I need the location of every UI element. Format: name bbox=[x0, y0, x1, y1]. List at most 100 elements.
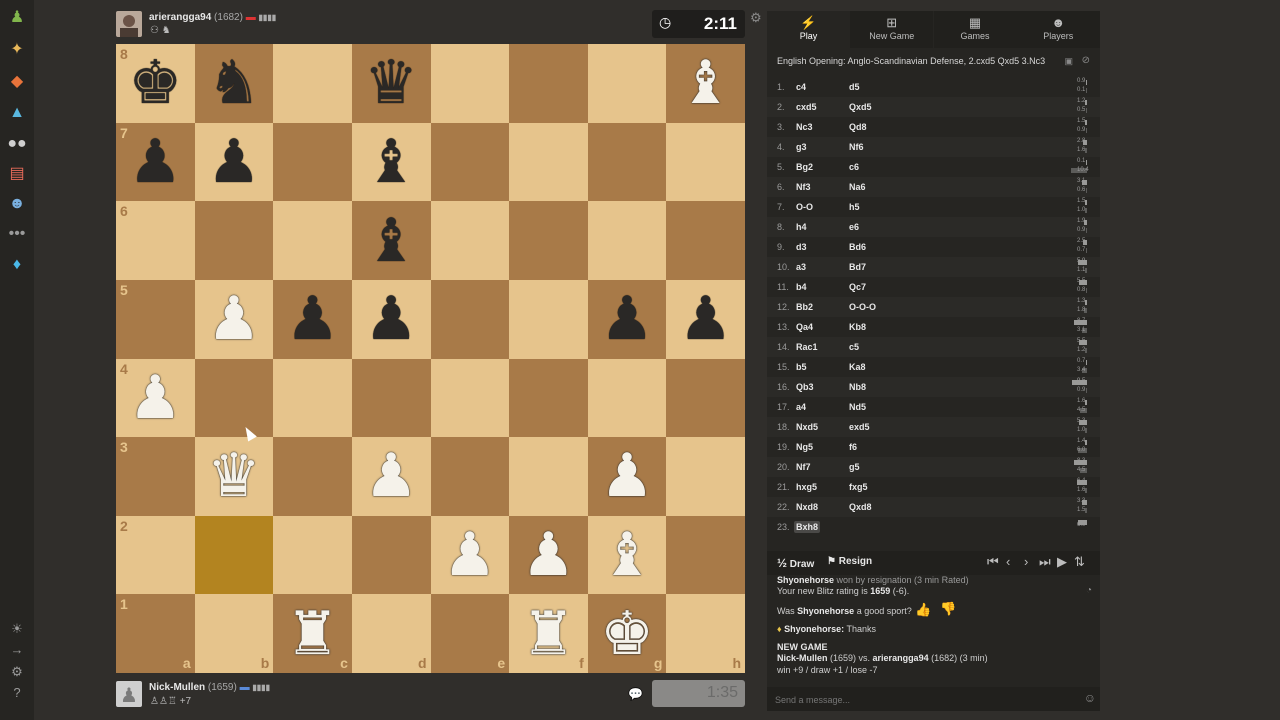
square-a1[interactable]: 1a bbox=[116, 594, 195, 673]
square-e4[interactable] bbox=[430, 358, 510, 438]
watch-icon[interactable]: ●● bbox=[5, 132, 29, 156]
white-pawn-icon[interactable]: ♟ bbox=[352, 437, 431, 516]
square-d2[interactable] bbox=[351, 515, 431, 595]
square-b6[interactable] bbox=[194, 201, 274, 280]
square-d5[interactable]: ♟ bbox=[351, 279, 431, 359]
chat-icon[interactable]: ◔ bbox=[1086, 585, 1092, 596]
square-d7[interactable]: ♝ bbox=[351, 122, 431, 202]
lessons-icon[interactable]: ◆ bbox=[5, 70, 29, 94]
white-pawn-icon[interactable]: ♟ bbox=[431, 516, 510, 595]
help-icon[interactable]: ? bbox=[5, 681, 29, 705]
white-move[interactable]: cxd5 bbox=[796, 102, 817, 112]
square-g3[interactable]: ♟ bbox=[587, 437, 667, 516]
square-g5[interactable]: ♟ bbox=[587, 279, 667, 359]
black-pawn-icon[interactable]: ♟ bbox=[352, 280, 431, 359]
square-h4[interactable] bbox=[666, 358, 745, 438]
square-h3[interactable] bbox=[666, 437, 745, 516]
news-icon[interactable]: ▤ bbox=[5, 162, 29, 186]
black-move[interactable]: d5 bbox=[849, 82, 860, 92]
square-h8[interactable]: ♝ bbox=[666, 44, 745, 123]
square-b7[interactable]: ♟ bbox=[194, 122, 274, 202]
black-knight-icon[interactable]: ♞ bbox=[195, 44, 274, 123]
square-e2[interactable]: ♟ bbox=[430, 515, 510, 595]
white-pawn-icon[interactable]: ♟ bbox=[509, 516, 588, 595]
square-f4[interactable] bbox=[509, 358, 588, 438]
learn-icon[interactable]: ▲ bbox=[5, 101, 29, 125]
chat-toggle-icon[interactable]: 💬 bbox=[628, 687, 643, 701]
white-move[interactable]: Bb2 bbox=[796, 302, 813, 312]
square-h2[interactable] bbox=[666, 515, 745, 595]
square-b1[interactable]: b bbox=[194, 594, 274, 673]
square-c7[interactable] bbox=[273, 122, 352, 202]
black-pawn-icon[interactable]: ♟ bbox=[588, 280, 667, 359]
black-move[interactable]: Nf6 bbox=[849, 142, 864, 152]
bottom-player-avatar[interactable]: ♟ bbox=[116, 681, 142, 707]
white-move[interactable]: Bg2 bbox=[796, 162, 813, 172]
black-move[interactable]: Nb8 bbox=[849, 382, 866, 392]
square-d3[interactable]: ♟ bbox=[351, 437, 431, 516]
square-f5[interactable] bbox=[509, 279, 588, 359]
square-b2[interactable] bbox=[194, 515, 274, 595]
white-move[interactable]: Nf7 bbox=[796, 462, 811, 472]
white-move[interactable]: a3 bbox=[796, 262, 806, 272]
black-move[interactable]: e6 bbox=[849, 222, 859, 232]
square-f1[interactable]: f ♜ bbox=[509, 594, 588, 673]
square-a5[interactable]: 5 bbox=[116, 279, 195, 359]
white-move[interactable]: b4 bbox=[796, 282, 807, 292]
black-move[interactable]: Bd6 bbox=[849, 242, 866, 252]
tab-new-game[interactable]: ⊞ New Game bbox=[850, 11, 934, 48]
square-a2[interactable]: 2 bbox=[116, 515, 195, 595]
first-move-icon[interactable]: ⏮ bbox=[987, 554, 999, 570]
black-move[interactable]: Na6 bbox=[849, 182, 866, 192]
black-move[interactable]: Nd5 bbox=[849, 402, 866, 412]
square-g1[interactable]: g ♚ bbox=[587, 594, 667, 673]
square-f8[interactable] bbox=[509, 44, 588, 123]
square-a6[interactable]: 6 bbox=[116, 201, 195, 280]
square-a7[interactable]: 7 ♟ bbox=[116, 122, 195, 202]
tab-players[interactable]: ☻ Players bbox=[1016, 11, 1100, 48]
white-move[interactable]: hxg5 bbox=[796, 482, 817, 492]
square-h5[interactable]: ♟ bbox=[666, 279, 745, 359]
square-d1[interactable]: d bbox=[351, 594, 431, 673]
white-move[interactable]: g3 bbox=[796, 142, 807, 152]
black-king-icon[interactable]: ♚ bbox=[116, 44, 195, 123]
square-e8[interactable] bbox=[430, 44, 510, 123]
white-move[interactable]: O-O bbox=[796, 202, 813, 212]
square-f7[interactable] bbox=[509, 122, 588, 202]
book-icon[interactable]: ▣ bbox=[1064, 56, 1073, 67]
diamond-icon[interactable]: ♦ bbox=[5, 253, 29, 277]
square-c1[interactable]: c ♜ bbox=[273, 594, 352, 673]
white-move[interactable]: b5 bbox=[796, 362, 807, 372]
square-a4[interactable]: 4 ♟ bbox=[116, 358, 195, 438]
white-pawn-icon[interactable]: ♟ bbox=[116, 359, 195, 438]
bottom-player-name[interactable]: Nick-Mullen (1659) ▬ ▮▮▮▮ bbox=[149, 682, 270, 693]
next-move-icon[interactable]: › bbox=[1024, 554, 1028, 569]
flip-board-icon[interactable]: ⇅ bbox=[1074, 554, 1085, 570]
black-move[interactable]: Qxd8 bbox=[849, 502, 872, 512]
black-move[interactable]: Qc7 bbox=[849, 282, 866, 292]
thumbs-up-icon[interactable]: 👍 bbox=[915, 602, 931, 618]
black-move[interactable]: Kb8 bbox=[849, 322, 866, 332]
square-e7[interactable] bbox=[430, 122, 510, 202]
tab-play[interactable]: ⚡ Play bbox=[767, 11, 850, 48]
black-move[interactable]: c5 bbox=[849, 342, 859, 352]
square-b3[interactable]: ♛ bbox=[194, 437, 274, 516]
black-move[interactable]: fxg5 bbox=[849, 482, 868, 492]
square-e5[interactable] bbox=[430, 279, 510, 359]
chat-input[interactable] bbox=[773, 691, 1077, 709]
chess-board[interactable]: 8 ♚ ♞ ♛ ♝ 7 ♟ ♟ ♝ 6 ♝ 5 ♟ ♟ ♟ ♟ ♟ 4 ♟ 3 ♛ ♟ ♟ 2 ♟ ♟ ♝ 1 a b c ♜ d e f ♜ g ♚ h bbox=[116, 44, 745, 673]
square-h7[interactable] bbox=[666, 122, 745, 202]
square-b5[interactable]: ♟ bbox=[194, 279, 274, 359]
disable-icon[interactable]: ⊘ bbox=[1082, 55, 1090, 66]
black-move[interactable]: Qxd5 bbox=[849, 102, 872, 112]
square-g2[interactable]: ♝ bbox=[587, 515, 667, 595]
pawn-icon[interactable]: ♟ bbox=[5, 6, 29, 30]
black-queen-icon[interactable]: ♛ bbox=[352, 44, 431, 123]
white-move[interactable]: Qa4 bbox=[796, 322, 813, 332]
last-move-icon[interactable]: ⏭ bbox=[1039, 554, 1051, 570]
black-move[interactable]: Qd8 bbox=[849, 122, 867, 132]
square-a8[interactable]: 8 ♚ bbox=[116, 44, 195, 123]
white-move[interactable]: Qb3 bbox=[796, 382, 814, 392]
white-move[interactable]: Rac1 bbox=[796, 342, 818, 352]
puzzle-icon[interactable]: ✦ bbox=[5, 38, 29, 62]
